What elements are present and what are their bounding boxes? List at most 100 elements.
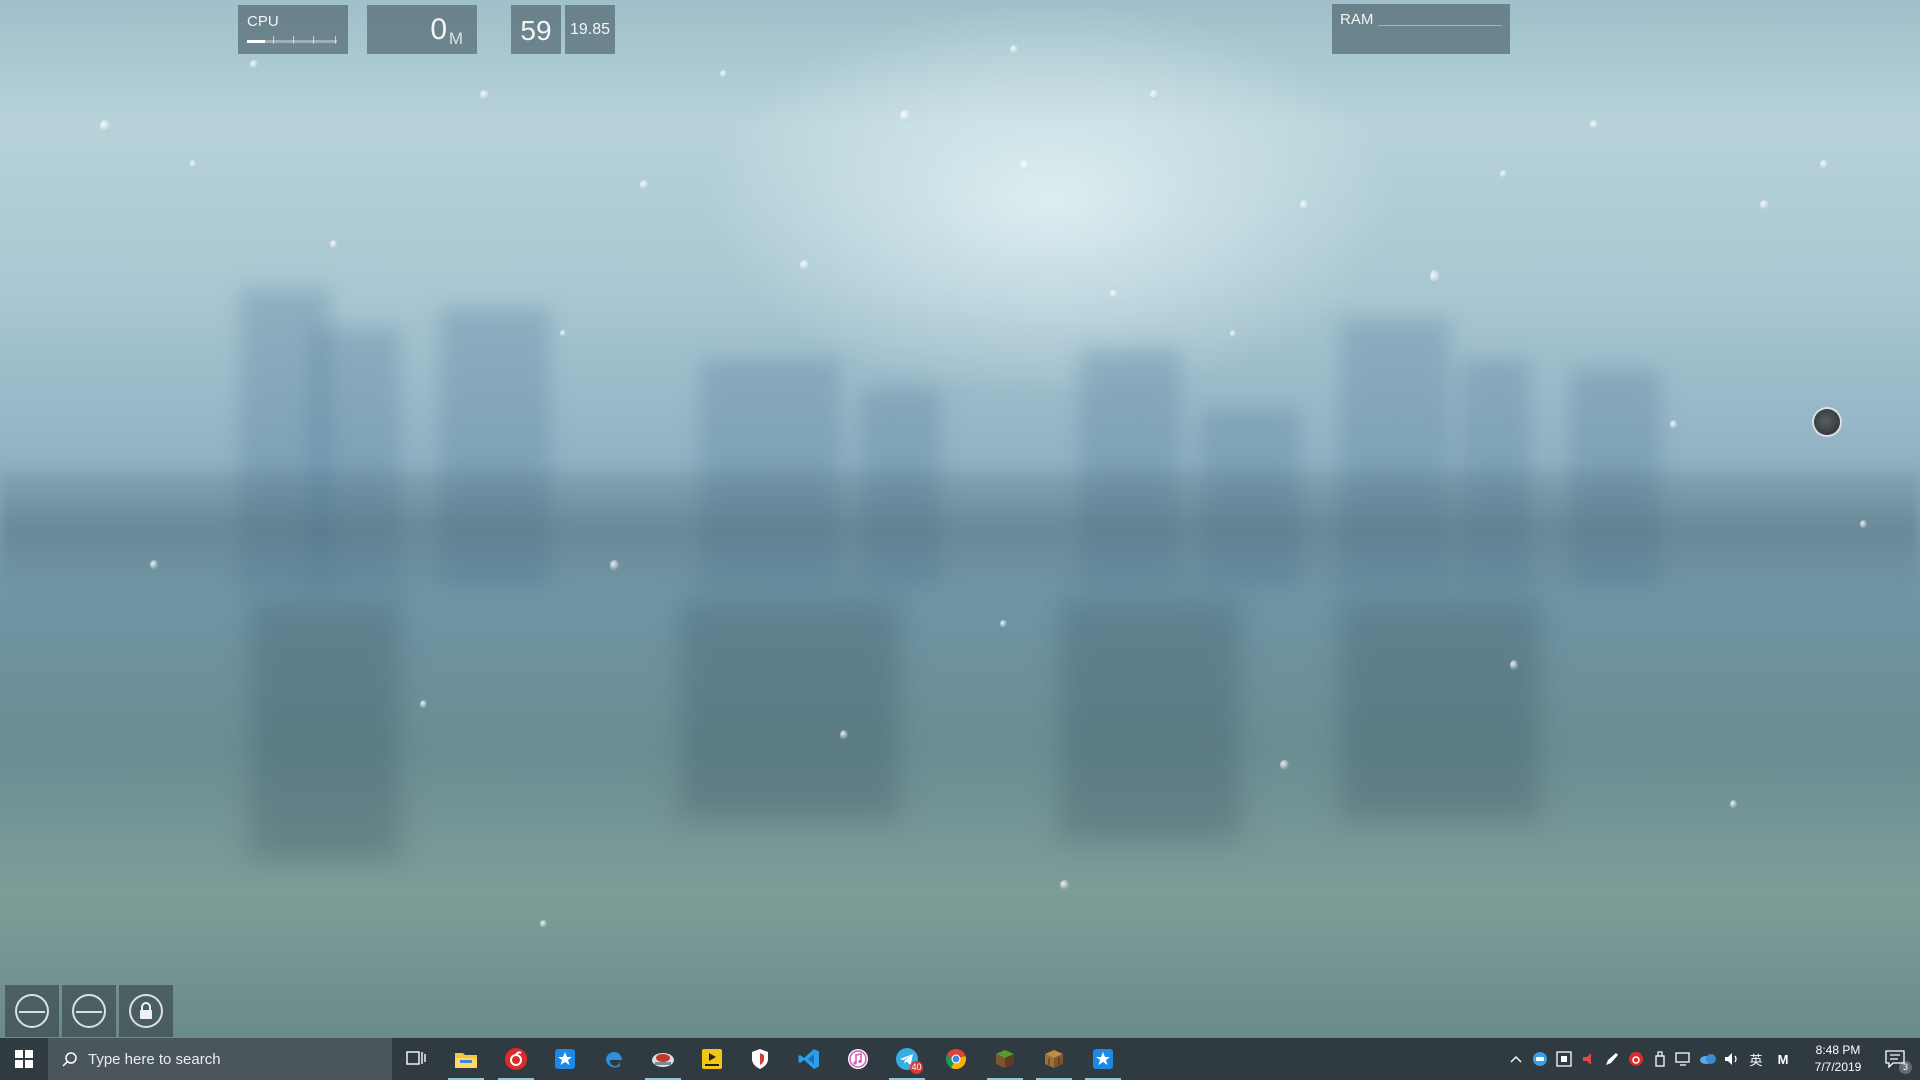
- clock-time: 8:48 PM: [1815, 1043, 1861, 1057]
- taskbar-app-playit[interactable]: [688, 1038, 736, 1080]
- taskbar-app-vscode[interactable]: [785, 1038, 833, 1080]
- ram-graph-line: [1378, 25, 1502, 26]
- volume-icon[interactable]: [1723, 1050, 1741, 1068]
- cpu-bar-tick: [293, 36, 294, 44]
- water-reflection: [1060, 600, 1240, 840]
- launcher-minus-button-1[interactable]: [5, 985, 59, 1037]
- ime-icon[interactable]: 英: [1747, 1050, 1765, 1068]
- m-icon[interactable]: M: [1774, 1050, 1792, 1068]
- minus-circle-icon: [15, 994, 49, 1028]
- edge-icon: [606, 1052, 622, 1068]
- rain-drop: [720, 70, 727, 78]
- pen-icon[interactable]: [1603, 1050, 1621, 1068]
- vscode-icon: [798, 1049, 819, 1069]
- grass-block-icon: [996, 1050, 1014, 1068]
- temperature-widget[interactable]: 19.85: [565, 5, 615, 54]
- fps-widget[interactable]: 59: [511, 5, 561, 54]
- itunes-icon: [848, 1049, 868, 1069]
- rain-drop: [1670, 420, 1677, 430]
- cursor-circle-icon: [1814, 409, 1840, 435]
- rain-drop: [1020, 160, 1029, 170]
- cpu-bar-tick: [335, 36, 336, 44]
- taskbar-app-store[interactable]: [541, 1038, 589, 1080]
- rain-drop: [900, 110, 910, 121]
- taskbar-app-game-client[interactable]: [639, 1038, 687, 1080]
- network-icon[interactable]: [1675, 1050, 1693, 1068]
- network-unit: M: [448, 29, 463, 48]
- cpu-bar-tick: [273, 36, 274, 44]
- rain-drop: [1300, 200, 1308, 210]
- rain-drop: [480, 90, 489, 100]
- desktop-wallpaper: [0, 0, 1920, 1038]
- rain-drop: [1510, 660, 1518, 671]
- taskbar-app-netease-music[interactable]: [492, 1038, 540, 1080]
- taskbar-clock[interactable]: 8:48 PM 7/7/2019: [1806, 1042, 1870, 1076]
- rain-drop: [100, 120, 110, 132]
- taskbar-app-star[interactable]: [1079, 1038, 1127, 1080]
- taskbar-app-telegram[interactable]: 40: [883, 1038, 931, 1080]
- rain-drop: [1010, 45, 1018, 54]
- launcher-lock-button[interactable]: [119, 985, 173, 1037]
- rain-drop: [1150, 90, 1158, 99]
- sky-glow: [700, 0, 1400, 400]
- task-view-icon: [406, 1051, 426, 1065]
- network-widget[interactable]: 0 M: [367, 5, 477, 54]
- chrome-icon: [946, 1049, 966, 1070]
- speaker-red-icon[interactable]: [1579, 1050, 1597, 1068]
- rain-drop: [150, 560, 158, 570]
- launcher-minus-button-2[interactable]: [62, 985, 116, 1037]
- water-reflection: [1340, 600, 1540, 820]
- taskbar-app-itunes[interactable]: [834, 1038, 882, 1080]
- rain-drop: [330, 240, 337, 249]
- action-center-button[interactable]: 3: [1870, 1038, 1920, 1080]
- start-button[interactable]: [0, 1038, 48, 1080]
- taskbar-app-chrome[interactable]: [932, 1038, 980, 1080]
- chat-icon[interactable]: [1531, 1050, 1549, 1068]
- taskbar-app-security[interactable]: [736, 1038, 784, 1080]
- rain-drop: [800, 260, 809, 271]
- rain-drop: [1820, 160, 1828, 169]
- cpu-usage-bar: [247, 40, 337, 43]
- rain-drop: [190, 160, 196, 168]
- rain-drop: [1230, 330, 1236, 338]
- water-reflection: [250, 600, 400, 860]
- shoreline: [0, 470, 1920, 590]
- cpu-widget[interactable]: CPU: [238, 5, 348, 54]
- chevron-up-icon[interactable]: [1507, 1050, 1525, 1068]
- star-app-icon: [555, 1049, 575, 1069]
- rain-drop: [1110, 290, 1117, 298]
- network-value: 0: [430, 13, 447, 46]
- rain-drop: [1500, 170, 1507, 178]
- taskbar-app-file-explorer[interactable]: [442, 1038, 490, 1080]
- rain-drop: [640, 180, 648, 190]
- taskbar-search-box[interactable]: Type here to search: [48, 1038, 392, 1080]
- rain-drop: [1730, 800, 1737, 809]
- telegram-unread-badge: 40: [910, 1061, 923, 1074]
- playit-icon: [702, 1049, 722, 1069]
- folder-icon: [455, 1053, 477, 1068]
- rain-drop: [1590, 120, 1598, 129]
- game-icon: [652, 1053, 674, 1067]
- taskbar: Type here to search 40 英 M 8:48 PM 7/7/2…: [0, 1038, 1920, 1080]
- taskbar-app-crate[interactable]: [1030, 1038, 1078, 1080]
- shield-icon: [752, 1049, 768, 1069]
- music-circle-icon: [505, 1048, 527, 1070]
- music-tray-icon[interactable]: [1627, 1050, 1645, 1068]
- rain-drop: [1760, 200, 1769, 210]
- rain-drop: [250, 60, 258, 69]
- rain-drop: [420, 700, 427, 709]
- windows-logo-icon: [15, 1050, 33, 1068]
- onedrive-icon[interactable]: [1699, 1050, 1717, 1068]
- taskbar-app-minecraft[interactable]: [981, 1038, 1029, 1080]
- ram-widget[interactable]: RAM: [1332, 4, 1510, 54]
- taskbar-app-task-view[interactable]: [392, 1038, 440, 1080]
- grid-icon[interactable]: [1555, 1050, 1573, 1068]
- rain-drop: [1060, 880, 1069, 890]
- taskbar-app-edge[interactable]: [590, 1038, 638, 1080]
- star-app-icon: [1093, 1049, 1113, 1069]
- usb-icon[interactable]: [1651, 1050, 1669, 1068]
- water-reflection: [680, 600, 900, 820]
- rain-drop: [840, 730, 848, 740]
- minus-circle-icon: [72, 994, 106, 1028]
- ram-label: RAM: [1340, 11, 1374, 28]
